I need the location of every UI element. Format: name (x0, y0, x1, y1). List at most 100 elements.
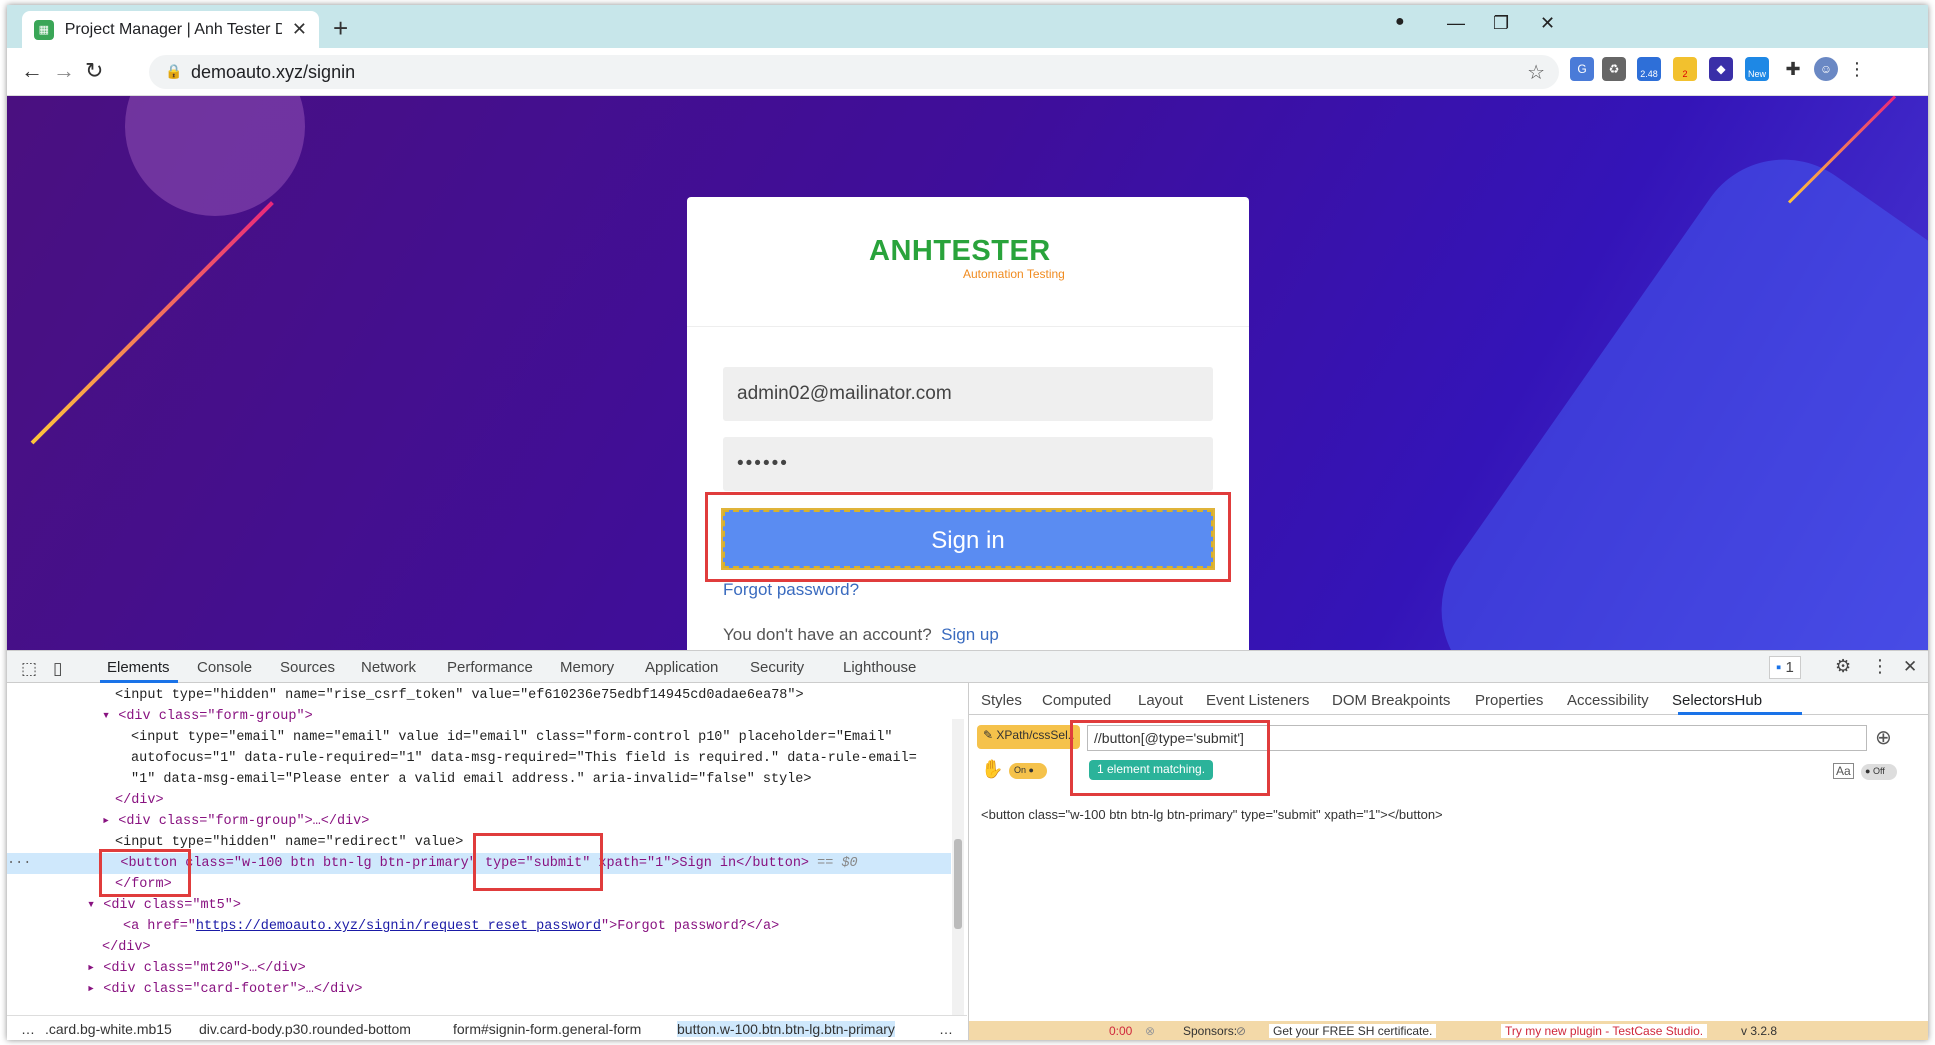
highlight-box (99, 849, 191, 897)
breadcrumb-item[interactable]: .card.bg-white.mb15 (45, 1021, 172, 1037)
dom-line[interactable]: "1" data-msg-email="Please enter a valid… (131, 769, 812, 790)
breadcrumb-item[interactable]: … (939, 1021, 953, 1037)
dom-line[interactable]: </div> (115, 790, 164, 811)
signin-card: ANHTESTER Automation Testing admin02@mai… (687, 197, 1249, 650)
dom-line[interactable]: ▸ <div class="card-footer">…</div> (87, 979, 362, 1000)
address-bar[interactable]: 🔒 demoauto.xyz/signin ☆ (149, 55, 1559, 89)
scroll-thumb[interactable] (954, 839, 962, 929)
add-selector-icon[interactable]: ⊕ (1875, 725, 1892, 750)
news-extension-icon[interactable]: New (1745, 57, 1769, 81)
version-label: v 3.2.8 (1741, 1024, 1778, 1038)
dom-line[interactable]: </div> (102, 937, 151, 958)
inspect-icon[interactable]: ⬚ (21, 659, 37, 679)
xpath-type-badge[interactable]: ✎ XPath/cssSel.. (977, 725, 1081, 749)
tab-memory[interactable]: Memory (560, 659, 614, 676)
dom-line[interactable]: ▸ <div class="form-group">…</div> (102, 811, 369, 832)
breadcrumb-item[interactable]: … (21, 1021, 35, 1037)
diamond-extension-icon[interactable]: ◆ (1709, 57, 1733, 81)
favicon-icon: ▦ (34, 19, 54, 40)
recycle-extension-icon[interactable]: ♻ (1602, 57, 1626, 81)
devtools-tabs: ⬚ ▯ Elements Console Sources Network Per… (7, 651, 1928, 683)
close-window-icon[interactable]: ✕ (1540, 13, 1555, 34)
dom-line[interactable]: <input type="hidden" name="rise_csrf_tok… (115, 685, 804, 706)
tab-properties[interactable]: Properties (1475, 692, 1543, 709)
email-field[interactable]: admin02@mailinator.com (723, 367, 1213, 421)
dom-line[interactable]: ▾ <div class="form-group"> (102, 706, 313, 727)
translate-extension-icon[interactable]: G (1570, 57, 1594, 81)
tab-dom-breakpoints[interactable]: DOM Breakpoints (1332, 692, 1450, 709)
extension-badge: New (1747, 69, 1766, 79)
tab-network[interactable]: Network (361, 659, 416, 676)
highlight-box (705, 492, 1231, 582)
page-viewport: ANHTESTER Automation Testing admin02@mai… (7, 96, 1928, 650)
devtools-close-icon[interactable]: ✕ (1903, 657, 1917, 677)
no-account-label: You don't have an account? (723, 625, 932, 644)
active-tab-indicator (1678, 712, 1802, 715)
breadcrumb-item[interactable]: div.card-body.p30.rounded-bottom (199, 1021, 411, 1037)
back-icon[interactable]: ← (21, 58, 43, 84)
dom-line[interactable]: ▸ <div class="mt20">…</div> (87, 958, 306, 979)
href-link[interactable]: https://demoauto.xyz/signin/request_rese… (196, 919, 601, 934)
tab-close-icon[interactable]: ✕ (292, 19, 307, 40)
password-field[interactable]: •••••• (723, 437, 1213, 491)
tab-sources[interactable]: Sources (280, 659, 335, 676)
case-icon[interactable]: Aa (1833, 763, 1854, 779)
device-toggle-icon[interactable]: ▯ (53, 659, 62, 679)
dom-line-text: ">Forgot password?</a> (601, 919, 780, 934)
issues-icon: ▪ (1776, 659, 1782, 676)
elements-scrollbar[interactable] (952, 719, 964, 1015)
tab-accessibility[interactable]: Accessibility (1567, 692, 1649, 709)
dom-line-text: <div class="mt20">…</div> (103, 961, 306, 976)
browser-tab[interactable]: ▦ Project Manager | Anh Tester Demo ✕ (22, 11, 319, 48)
tab-event-listeners[interactable]: Event Listeners (1206, 692, 1309, 709)
bookmark-star-icon[interactable]: ☆ (1527, 60, 1545, 85)
tab-layout[interactable]: Layout (1138, 692, 1183, 709)
speedtest-extension-icon[interactable]: 2.48 (1637, 57, 1661, 81)
more-icon: ··· (7, 856, 40, 871)
profile-menu-icon[interactable]: ● (1395, 13, 1405, 31)
breadcrumb-item[interactable]: form#signin-form.general-form (453, 1021, 641, 1037)
extension-badge: 2 (1682, 69, 1688, 79)
minimize-icon[interactable]: — (1447, 13, 1465, 34)
puzzle-extensions-icon[interactable]: ✚ (1781, 57, 1805, 81)
forgot-password-link[interactable]: Forgot password? (723, 580, 859, 600)
forward-icon[interactable]: → (53, 58, 75, 84)
restore-icon[interactable]: ❐ (1493, 13, 1509, 34)
dom-line[interactable]: <a href="https://demoauto.xyz/signin/req… (123, 916, 779, 937)
url-text: demoauto.xyz/signin (191, 62, 356, 82)
certificate-link[interactable]: Get your FREE SH certificate. (1269, 1024, 1437, 1038)
card-header: ANHTESTER Automation Testing (687, 197, 1249, 327)
dom-line-text: <div class="card-footer">…</div> (103, 982, 363, 997)
plugin-link[interactable]: Try my new plugin - TestCase Studio. (1501, 1024, 1708, 1038)
dom-line[interactable]: ▾ <div class="mt5"> (87, 895, 241, 916)
off-toggle[interactable]: ● Off (1861, 764, 1897, 780)
dom-line[interactable]: autofocus="1" data-rule-required="1" dat… (131, 748, 917, 769)
tab-computed[interactable]: Computed (1042, 692, 1111, 709)
tab-application[interactable]: Application (645, 659, 718, 676)
hand-icon: ✋ (981, 759, 1004, 779)
sponsors-label: Sponsors: (1183, 1024, 1238, 1038)
tab-selectorshub[interactable]: SelectorsHub (1672, 692, 1762, 709)
avatar[interactable]: ☺ (1814, 57, 1838, 81)
tab-console[interactable]: Console (197, 659, 252, 676)
kebab-menu-icon[interactable]: ⋮ (1845, 57, 1869, 81)
tab-elements[interactable]: Elements (107, 659, 170, 676)
tab-lighthouse[interactable]: Lighthouse (843, 659, 916, 676)
idea-extension-icon[interactable]: 2 (1673, 57, 1697, 81)
issues-button[interactable]: ▪ 1 (1769, 656, 1801, 679)
timer: 0:00 (1109, 1024, 1133, 1038)
tab-styles[interactable]: Styles (981, 692, 1022, 709)
reload-icon[interactable]: ↻ (85, 58, 103, 84)
breadcrumb: … .card.bg-white.mb15 div.card-body.p30.… (7, 1015, 967, 1040)
breadcrumb-item-selected[interactable]: button.w-100.btn.btn-lg.btn-primary (677, 1021, 895, 1037)
new-tab-icon[interactable]: + (333, 13, 348, 44)
on-toggle[interactable]: On ● (1009, 763, 1047, 779)
settings-gear-icon[interactable]: ⚙ (1835, 656, 1851, 677)
devtools-menu-icon[interactable]: ⋮ (1871, 656, 1889, 677)
devtools-panel: ⬚ ▯ Elements Console Sources Network Per… (7, 650, 1928, 1040)
signup-link[interactable]: Sign up (941, 625, 999, 644)
selected-node-text: <button class="w-100 btn btn-lg btn-prim… (120, 856, 810, 871)
tab-performance[interactable]: Performance (447, 659, 533, 676)
tab-security[interactable]: Security (750, 659, 804, 676)
dom-line[interactable]: <input type="email" name="email" value i… (131, 727, 893, 748)
